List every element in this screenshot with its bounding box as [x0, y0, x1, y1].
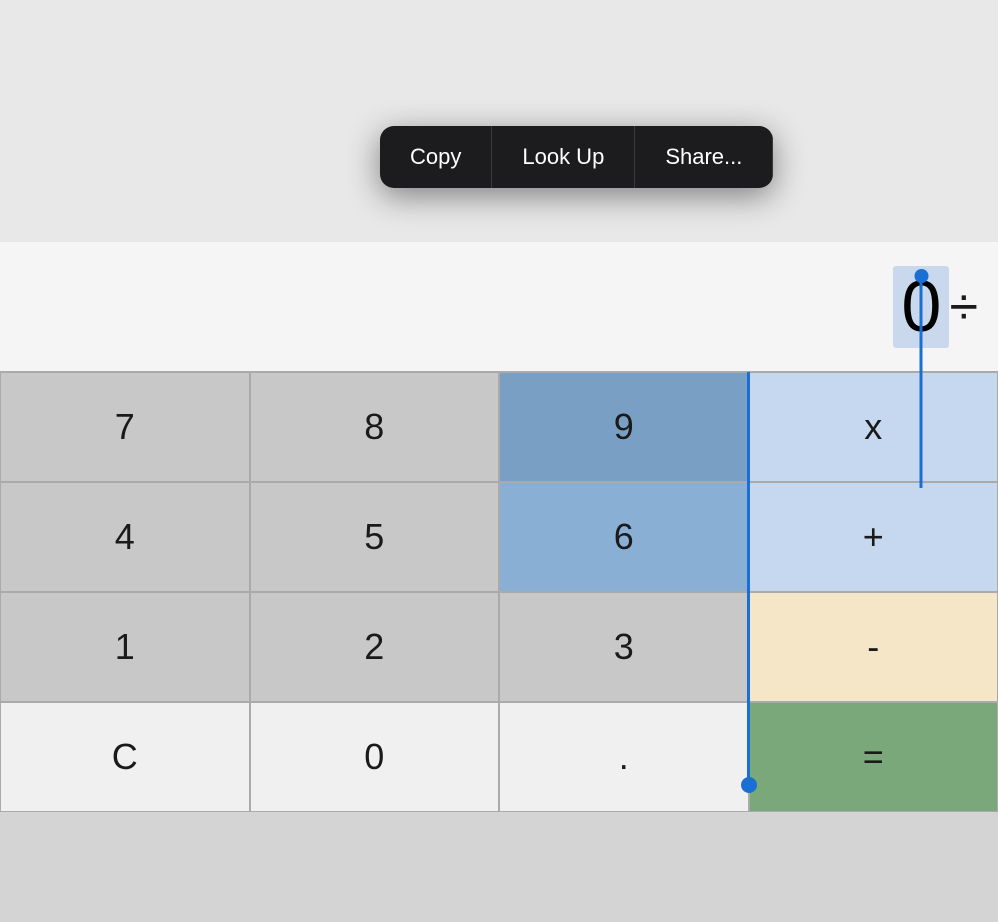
- cursor-top-dot: [914, 269, 928, 283]
- display-area: 0 ÷: [0, 242, 998, 372]
- btn-6[interactable]: 6: [499, 482, 749, 592]
- display-selected: 0: [901, 266, 941, 348]
- context-menu-arrow: [565, 186, 589, 188]
- btn-equals[interactable]: =: [749, 702, 998, 812]
- button-grid: 7 8 9 x 4 5 6 + 1 2 3 - C 0 . =: [0, 372, 998, 922]
- display-divider: ÷: [949, 277, 978, 337]
- btn-0[interactable]: 0: [250, 702, 500, 812]
- btn-plus[interactable]: +: [749, 482, 998, 592]
- btn-8[interactable]: 8: [250, 372, 500, 482]
- btn-4[interactable]: 4: [0, 482, 250, 592]
- context-menu-share[interactable]: Share...: [635, 126, 773, 188]
- btn-minus[interactable]: -: [749, 592, 998, 702]
- context-menu-copy[interactable]: Copy: [380, 126, 492, 188]
- cursor-top-line: [920, 276, 923, 488]
- btn-3[interactable]: 3: [499, 592, 749, 702]
- btn-clear[interactable]: C: [0, 702, 250, 812]
- btn-9[interactable]: 9: [499, 372, 749, 482]
- calculator: 0 ÷ 7 8 9 x 4 5 6 + 1 2 3 - C 0: [0, 242, 998, 922]
- btn-x[interactable]: x: [749, 372, 998, 482]
- btn-7[interactable]: 7: [0, 372, 250, 482]
- btn-5[interactable]: 5: [250, 482, 500, 592]
- btn-1[interactable]: 1: [0, 592, 250, 702]
- context-menu: Copy Look Up Share...: [380, 126, 773, 188]
- btn-2[interactable]: 2: [250, 592, 500, 702]
- context-menu-lookup[interactable]: Look Up: [492, 126, 635, 188]
- btn-dot[interactable]: .: [499, 702, 749, 812]
